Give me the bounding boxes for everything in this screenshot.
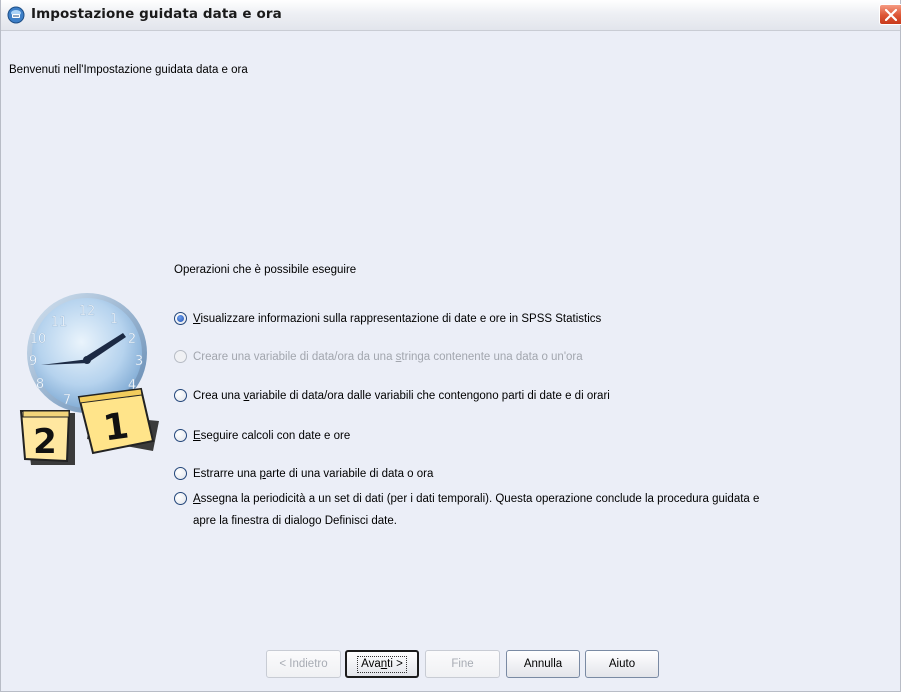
help-button[interactable]: Aiuto [585,650,659,678]
clock-number-2: 2 [128,332,136,347]
option-create-from-string: Creare una variabile di data/ora da una … [174,350,583,365]
calendar-page-2: 2 [19,410,75,465]
clock-number-3: 3 [135,354,143,369]
option-assign-periodicity[interactable]: Assegna la periodicità a un set di dati … [174,492,763,532]
clock-number-11: 11 [51,315,68,330]
calendar-page-1: 1 [77,387,159,455]
radio-extract-part[interactable] [174,467,187,480]
back-button: < Indietro [266,650,341,678]
clock-number-8: 8 [36,377,44,392]
option-calculations-label: Eseguire calcoli con date e ore [193,430,351,442]
window-title: Impostazione guidata data e ora [31,6,282,22]
clock-number-7: 7 [63,393,71,408]
option-view-info-label: Visualizzare informazioni sulla rapprese… [193,313,602,325]
clock-number-1: 1 [110,312,118,327]
option-calculations[interactable]: Eseguire calcoli con date e ore [174,429,350,444]
finish-button: Fine [425,650,500,678]
option-create-from-parts[interactable]: Crea una variabile di data/ora dalle var… [174,389,610,404]
option-assign-periodicity-label: Assegna la periodicità a un set di dati … [193,493,760,527]
radio-create-from-string [174,350,187,363]
option-extract-part[interactable]: Estrarre una parte di una variabile di d… [174,467,433,482]
clock-number-10: 10 [30,332,47,347]
option-extract-part-label: Estrarre una parte di una variabile di d… [193,468,434,480]
radio-view-info[interactable] [174,312,187,325]
radio-assign-periodicity[interactable] [174,492,187,505]
close-icon [885,9,897,21]
welcome-text: Benvenuti nell'Impostazione guidata data… [9,64,248,76]
date-time-wizard-dialog: Impostazione guidata data e ora Benvenut… [0,0,901,692]
calendar-number-2: 2 [33,422,57,462]
clock-number-9: 9 [29,354,37,369]
radio-calculations[interactable] [174,429,187,442]
title-bar: Impostazione guidata data e ora [1,0,901,31]
close-button[interactable] [879,4,901,25]
option-view-info[interactable]: Visualizzare informazioni sulla rapprese… [174,312,601,327]
operations-heading: Operazioni che è possibile eseguire [174,264,357,276]
next-button[interactable]: Avanti > [345,650,419,678]
button-row: < Indietro Avanti > Fine Annulla Aiuto [1,650,901,680]
cancel-button[interactable]: Annulla [506,650,580,678]
option-create-from-parts-label: Crea una variabile di data/ora dalle var… [193,390,610,402]
clock-calendar-icon: 12 1 2 3 4 5 6 7 8 9 10 11 2 1 [19,293,159,465]
option-create-from-string-label: Creare una variabile di data/ora da una … [193,351,583,363]
wizard-disc-icon [7,6,25,24]
clock-number-12: 12 [79,304,96,319]
radio-create-from-parts[interactable] [174,389,187,402]
